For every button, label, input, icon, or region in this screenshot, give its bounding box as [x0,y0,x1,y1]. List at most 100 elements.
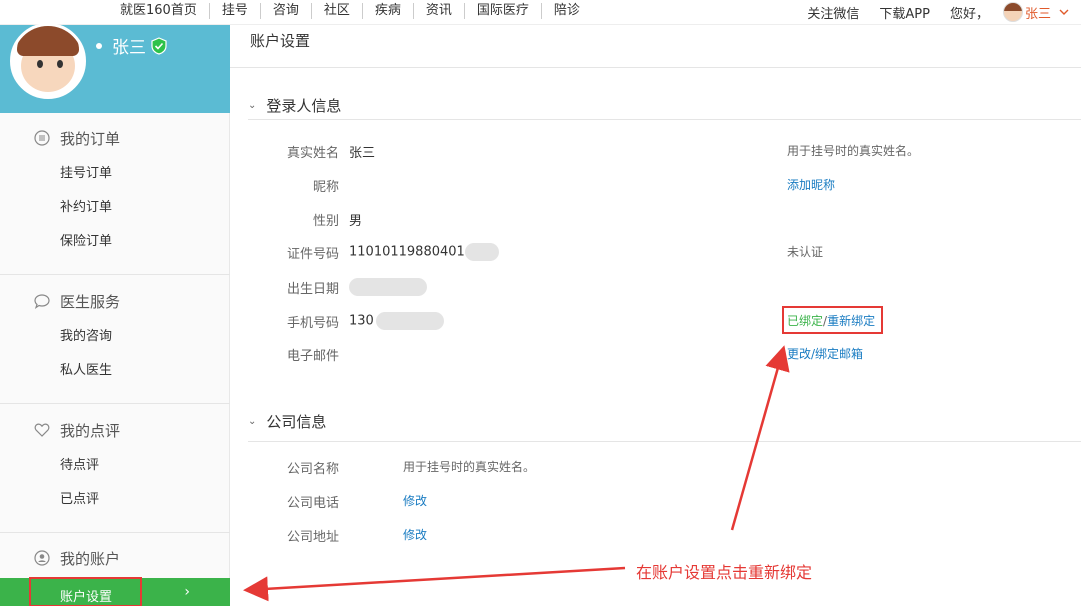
sidebar-group-title: 我的订单 [0,126,230,150]
row-email: 电子邮件 更改/绑定邮箱 [230,345,1081,365]
sidebar-group-doctor: 医生服务 我的咨询 私人医生 [0,289,230,388]
nav-link-community[interactable]: 社区 [312,3,363,19]
field-label: 公司地址 [286,530,339,545]
page-title: 账户设置 [250,32,311,50]
section-divider [248,119,1081,120]
group-title-doctor: 医生服务 [60,292,121,311]
phone-value: 130 [349,313,374,329]
sidebar-group-title: 我的点评 [0,418,230,442]
group-title-account: 我的账户 [60,549,121,568]
row-company-phone: 公司电话 修改 [230,492,1081,512]
nav-link-international[interactable]: 国际医疗 [465,3,542,19]
sidebar-group-title: 我的账户 [0,546,230,570]
avatar-eye [37,60,43,68]
field-label: 公司名称 [286,462,339,477]
follow-wechat-link[interactable]: 关注微信 [807,3,859,22]
profile-name: 张三 [112,38,146,58]
greeting-text: 您好， [949,6,989,22]
sidebar-group-account: 我的账户 [0,546,230,570]
heart-icon [34,423,50,437]
section-title-company: 公司信息 [266,413,327,431]
edit-company-phone-link[interactable]: 修改 [403,492,427,509]
title-divider [230,67,1081,68]
top-nav-links: 就医160首页 挂号 咨询 社区 疾病 资讯 国际医疗 陪诊 [108,3,592,19]
row-birth-date: 出生日期 [230,278,1081,298]
download-app-link[interactable]: 下载APP [879,3,930,22]
avatar-eye [57,60,63,68]
field-value: 张三 [349,146,376,161]
section-divider [248,441,1081,442]
sidebar-group-title: 医生服务 [0,289,230,313]
group-title-orders: 我的订单 [60,129,121,148]
section-login-info[interactable]: ⌄ 登录人信息 [248,95,341,116]
section-company-info[interactable]: ⌄ 公司信息 [248,411,326,432]
row-gender: 性别 男 [230,210,1081,230]
sidebar-divider [0,403,230,404]
field-note: 用于挂号时的真实姓名。 [787,144,920,158]
field-value [349,278,427,296]
sidebar-group-orders: 我的订单 挂号订单 补约订单 保险订单 [0,126,230,259]
profile-header: 张三 [0,23,230,113]
collapse-caret-icon: ⌄ [248,416,257,427]
field-label: 昵称 [312,180,339,195]
row-id-number: 证件号码 11010119880401 未认证 [230,243,1081,263]
nav-link-escort[interactable]: 陪诊 [542,3,592,19]
sidebar-group-reviews: 我的点评 待点评 已点评 [0,418,230,517]
sidebar-divider [0,532,230,533]
sidebar-item-supplement-orders[interactable]: 补约订单 [0,191,230,225]
id-number-value: 11010119880401 [349,244,465,260]
avatar-hair [17,26,79,56]
sidebar-item-my-consult[interactable]: 我的咨询 [0,320,230,354]
sidebar-item-reviewed[interactable]: 已点评 [0,483,230,517]
field-label: 电子邮件 [286,349,339,364]
redacted-blur [464,243,499,261]
add-nickname-link[interactable]: 添加昵称 [787,176,835,193]
chevron-down-icon [1059,9,1069,15]
field-label: 性别 [312,214,339,229]
field-label: 公司电话 [286,496,339,511]
sidebar-item-private-doctor[interactable]: 私人医生 [0,354,230,388]
nav-link-news[interactable]: 资讯 [414,3,465,19]
chat-bubble-icon [34,294,50,309]
user-menu[interactable]: 张三 [1002,2,1071,22]
redacted-blur [375,312,444,330]
profile-name-row: 张三 [96,33,167,58]
main-content: 账户设置 ⌄ 登录人信息 真实姓名 张三 用于挂号时的真实姓名。 昵称 添加昵称… [230,25,1081,606]
field-label: 手机号码 [286,316,339,331]
user-icon [34,550,50,566]
group-title-reviews: 我的点评 [60,421,121,440]
nav-link-disease[interactable]: 疾病 [363,3,414,19]
field-label: 出生日期 [286,282,339,297]
highlight-box-account-settings [29,577,142,606]
field-label: 证件号码 [286,247,339,262]
chevron-right-icon: › [184,584,190,600]
highlight-box-rebind [782,306,883,334]
row-real-name: 真实姓名 张三 用于挂号时的真实姓名。 [230,142,1081,162]
field-note: 未认证 [787,245,824,259]
collapse-caret-icon: ⌄ [248,100,257,111]
sidebar-item-register-orders[interactable]: 挂号订单 [0,157,230,191]
sidebar: 张三 我的订单 挂号订单 补约订单 保险订单 医生服务 我的咨询 私人医生 我的… [0,23,230,606]
annotation-text: 在账户设置点击重新绑定 [636,563,813,582]
sidebar-divider [0,274,230,275]
list-icon [34,130,50,146]
row-phone: 手机号码 130 已绑定/重新绑定 [230,312,1081,332]
nav-link-home[interactable]: 就医160首页 [108,3,210,19]
nav-link-consult[interactable]: 咨询 [261,3,312,19]
field-value-wrap: 130 [349,312,444,330]
row-nickname: 昵称 添加昵称 [230,176,1081,196]
username-label: 张三 [1024,6,1051,22]
edit-company-address-link[interactable]: 修改 [403,526,427,543]
top-nav-right: 关注微信 下载APP 您好， 张三 [787,2,1071,22]
row-company-address: 公司地址 修改 [230,526,1081,546]
field-label: 真实姓名 [286,146,339,161]
sidebar-item-pending-review[interactable]: 待点评 [0,449,230,483]
section-title-login: 登录人信息 [266,97,342,115]
avatar[interactable] [10,23,86,99]
top-navigation: 就医160首页 挂号 咨询 社区 疾病 资讯 国际医疗 陪诊 关注微信 下载AP… [0,0,1081,25]
row-company-name: 公司名称 用于挂号时的真实姓名。 [230,458,1081,478]
nav-link-register[interactable]: 挂号 [210,3,261,19]
change-email-link[interactable]: 更改/绑定邮箱 [787,345,863,362]
sidebar-item-insurance-orders[interactable]: 保险订单 [0,225,230,259]
avatar-icon [1002,2,1023,22]
